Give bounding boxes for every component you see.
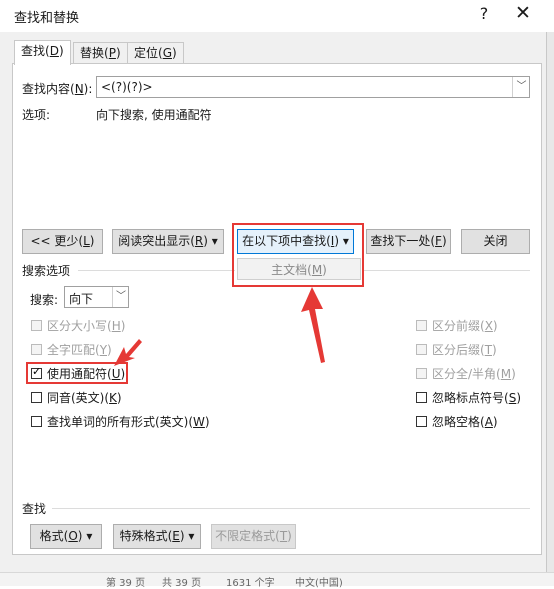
- match-case-label: 区分大小写(H): [47, 319, 126, 333]
- search-direction-label: 搜索:: [30, 293, 59, 307]
- ignore-punctuation-label: 忽略标点符号(S): [432, 391, 521, 405]
- help-icon[interactable]: ?: [474, 4, 494, 23]
- status-language: 中文(中国): [295, 578, 343, 589]
- annotation-highlight-box: [232, 223, 364, 287]
- tab-goto[interactable]: 定位(G): [127, 42, 184, 64]
- reading-highlight-button[interactable]: 阅读突出显示(R) ▾: [112, 229, 224, 254]
- dialog-title: 查找和替换: [14, 11, 80, 26]
- divider: [78, 270, 235, 271]
- sounds-like-label: 同音(英文)(K): [47, 391, 122, 405]
- divider: [364, 270, 530, 271]
- find-tab-panel: [12, 63, 542, 555]
- match-suffix-label: 区分后缀(T): [432, 343, 497, 357]
- status-page: 第 39 页: [106, 578, 146, 589]
- close-icon[interactable]: ✕: [512, 2, 534, 24]
- title-bar: [0, 0, 554, 32]
- status-total: 共 39 页: [162, 578, 202, 589]
- all-word-forms-label: 查找单词的所有形式(英文)(W): [47, 415, 210, 429]
- find-next-button[interactable]: 查找下一处(F): [366, 229, 451, 254]
- search-direction-value: 向下: [69, 292, 94, 306]
- match-width-label: 区分全/半角(M): [432, 367, 516, 381]
- ignore-punctuation-checkbox[interactable]: [416, 392, 427, 403]
- whole-word-checkbox[interactable]: [31, 344, 42, 355]
- sounds-like-checkbox[interactable]: [31, 392, 42, 403]
- match-prefix-checkbox[interactable]: [416, 320, 427, 331]
- divider: [52, 508, 530, 509]
- background-window-edge: [547, 32, 554, 585]
- find-what-input[interactable]: [96, 76, 530, 98]
- match-suffix-checkbox[interactable]: [416, 344, 427, 355]
- options-summary: 向下搜索, 使用通配符: [96, 108, 212, 122]
- dropdown-arrow-icon: ▾: [86, 529, 93, 543]
- dropdown-arrow-icon: ▾: [211, 234, 218, 248]
- special-button[interactable]: 特殊格式(E) ▾: [113, 524, 201, 549]
- find-what-label: 查找内容(N):: [22, 82, 93, 96]
- ignore-whitespace-label: 忽略空格(A): [432, 415, 498, 429]
- match-width-checkbox[interactable]: [416, 368, 427, 379]
- status-words: 1631 个字: [226, 578, 275, 589]
- chevron-down-icon[interactable]: ﹀: [112, 287, 129, 307]
- tab-replace[interactable]: 替换(P): [73, 42, 128, 64]
- all-word-forms-checkbox[interactable]: [31, 416, 42, 427]
- tab-find[interactable]: 查找(D): [14, 40, 71, 65]
- chevron-down-icon: ﹀: [516, 81, 527, 92]
- whole-word-label: 全字匹配(Y): [47, 343, 112, 357]
- find-what-value: <(?)(?)>: [101, 80, 153, 94]
- less-button[interactable]: << 更少(L): [22, 229, 103, 254]
- ignore-whitespace-checkbox[interactable]: [416, 416, 427, 427]
- status-bar: [0, 572, 554, 586]
- annotation-highlight-box: [26, 362, 128, 384]
- find-history-dropdown[interactable]: ﹀: [512, 77, 530, 97]
- options-label: 选项:: [22, 108, 51, 122]
- match-prefix-label: 区分前缀(X): [432, 319, 498, 333]
- search-options-header: 搜索选项: [22, 264, 71, 278]
- match-case-checkbox[interactable]: [31, 320, 42, 331]
- format-button[interactable]: 格式(O) ▾: [30, 524, 102, 549]
- find-section-header: 查找: [22, 502, 47, 516]
- no-formatting-button[interactable]: 不限定格式(T): [211, 524, 296, 549]
- close-button[interactable]: 关闭: [461, 229, 530, 254]
- dropdown-arrow-icon: ▾: [188, 529, 195, 543]
